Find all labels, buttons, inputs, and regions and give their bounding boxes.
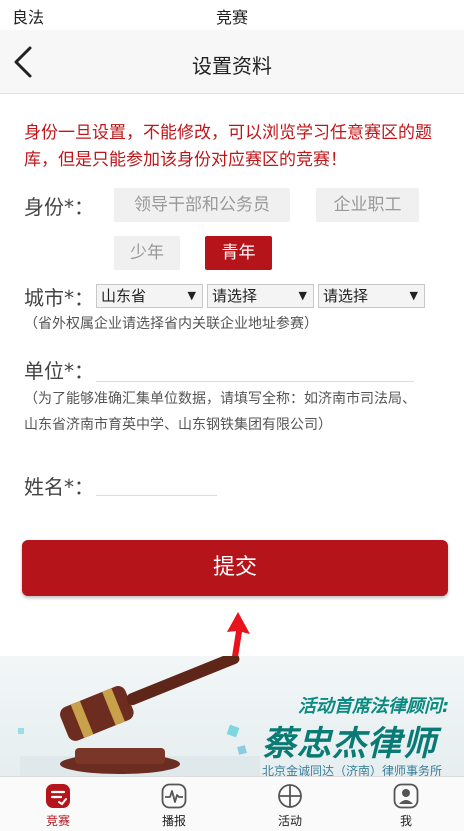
tab-label: 播报: [161, 814, 186, 828]
tab-contest[interactable]: 竞赛: [0, 777, 116, 831]
city-label: 城市*：: [24, 286, 94, 310]
name-input[interactable]: [96, 466, 217, 496]
city-hint: （省外权属企业请选择省内关联企业地址参赛）: [24, 316, 318, 332]
contest-icon: [46, 784, 70, 808]
warning-notice: 身份一旦设置，不能修改，可以浏览学习任意赛区的题库，但是只能参加该身份对应赛区的…: [24, 123, 432, 170]
district-select[interactable]: 请选择 ▼: [318, 284, 425, 308]
province-select[interactable]: 山东省 ▼: [96, 284, 203, 308]
tab-activity[interactable]: 活动: [232, 777, 348, 831]
name-label: 姓名*：: [24, 475, 94, 499]
identity-option-youth[interactable]: 青年: [205, 236, 272, 270]
dropdown-arrow-icon: ▼: [409, 289, 418, 302]
unit-hint-line1: （为了能够准确汇集单位数据，请填写全称：如济南市司法局、: [24, 391, 416, 407]
nav-bar: 设置资料: [0, 30, 464, 94]
gavel-icon: [18, 656, 260, 776]
profile-icon: [393, 783, 419, 809]
banner-title: 蔡忠杰律师: [262, 724, 437, 764]
unit-label: 单位*：: [24, 359, 94, 383]
tab-label: 我: [399, 814, 412, 828]
unit-input[interactable]: [96, 352, 414, 382]
submit-button[interactable]: 提交: [22, 540, 448, 596]
tab-broadcast[interactable]: 播报: [116, 777, 232, 831]
status-center-text: 竞赛: [215, 8, 248, 27]
broadcast-icon: [161, 783, 187, 809]
bottom-tab-bar: 竞赛 播报 活动 我: [0, 776, 464, 831]
city-value: 请选择: [212, 287, 258, 305]
unit-hint-line2: 山东省济南市育英中学、山东钢铁集团有限公司）: [24, 417, 332, 433]
status-bar: 良法 竞赛: [0, 0, 464, 30]
identity-label: 身份*：: [24, 195, 94, 219]
dropdown-arrow-icon: ▼: [298, 289, 307, 302]
banner-firm: 北京金诚同达（济南）律师事务所: [262, 764, 443, 776]
city-select[interactable]: 请选择 ▼: [207, 284, 314, 308]
activity-icon: [278, 784, 302, 808]
identity-option-teen[interactable]: 少年: [114, 236, 180, 270]
tab-label: 活动: [277, 814, 302, 828]
identity-option-worker[interactable]: 企业职工: [316, 188, 419, 222]
dropdown-arrow-icon: ▼: [187, 289, 196, 302]
district-value: 请选择: [323, 287, 369, 305]
page-title: 设置资料: [192, 54, 272, 78]
tab-label: 竞赛: [45, 814, 70, 828]
province-value: 山东省: [101, 287, 147, 305]
ad-banner[interactable]: 活动首席法律顾问: 蔡忠杰律师 北京金诚同达（济南）律师事务所: [0, 656, 464, 776]
banner-subtitle: 活动首席法律顾问:: [298, 696, 450, 717]
identity-option-leader[interactable]: 领导干部和公务员: [114, 188, 290, 222]
tab-profile[interactable]: 我: [348, 777, 464, 831]
